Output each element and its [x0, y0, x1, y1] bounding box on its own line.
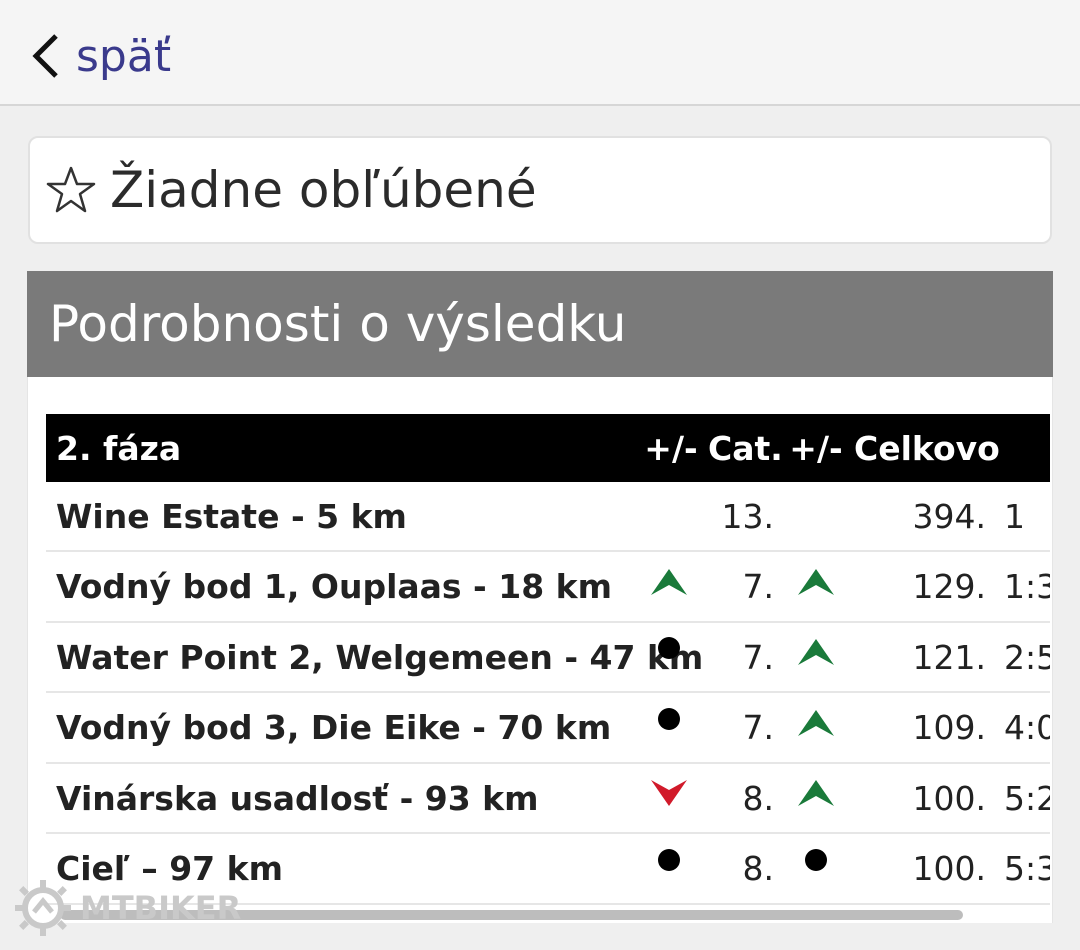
- row-change-cat: [644, 694, 694, 762]
- back-label: späť: [76, 30, 172, 82]
- table-header: 2. fáza +/- Cat. +/- Celkovo: [46, 414, 1050, 482]
- row-change-total: [791, 553, 841, 621]
- header-change-total: +/-: [789, 428, 843, 468]
- row-change-total: [791, 482, 841, 550]
- section-title: Podrobnosti o výsledku: [27, 271, 1053, 377]
- table-row[interactable]: Water Point 2, Welgemeen - 47 km 7. 121. 2:…: [46, 623, 1050, 693]
- cat-down-arrow-icon: [651, 780, 687, 806]
- row-category-rank: 7.: [742, 708, 775, 747]
- table-row[interactable]: Wine Estate - 5 km 13. 394. 1: [46, 482, 1050, 552]
- row-change-total: [791, 694, 841, 762]
- back-button[interactable]: späť: [30, 28, 171, 84]
- header-change-cat: +/-: [644, 428, 698, 468]
- row-category-rank: 8.: [742, 778, 775, 818]
- star-icon: [46, 166, 96, 213]
- row-change-total: [791, 623, 841, 691]
- cat-dot-icon: [658, 707, 680, 730]
- row-stage-name: Vodný bod 1, Ouplaas - 18 km: [56, 567, 612, 606]
- table-row[interactable]: Vodný bod 3, Die Eike - 70 km 7. 109. 4:0: [46, 694, 1050, 764]
- row-category-rank: 7.: [742, 567, 775, 606]
- table-row[interactable]: Vodný bod 1, Ouplaas - 18 km 7. 129. 1:3: [46, 553, 1050, 623]
- header-total: Celkovo: [854, 428, 1000, 468]
- header-stage: 2. fáza: [56, 428, 182, 468]
- total-up-arrow-icon: [798, 780, 834, 806]
- row-time: 5:2: [1004, 778, 1050, 818]
- row-total-rank: 100.: [912, 778, 986, 818]
- cat-up-arrow-icon: [651, 568, 687, 595]
- total-up-arrow-icon: [798, 568, 834, 595]
- row-stage-name: Vodný bod 3, Die Eike - 70 km: [56, 708, 612, 747]
- watermark-text: MTBIKER: [80, 889, 242, 927]
- row-change-total: [791, 764, 841, 832]
- row-time: 1: [1004, 496, 1025, 536]
- row-stage-name: Vinárska usadlosť - 93 km: [56, 778, 539, 818]
- row-change-cat: [644, 482, 694, 550]
- row-change-cat: [644, 764, 694, 832]
- row-category-rank: 7.: [742, 637, 775, 677]
- row-time: 4:0: [1004, 708, 1050, 747]
- row-total-rank: 100.: [912, 849, 986, 888]
- mtbiker-watermark: MTBIKER: [14, 878, 241, 938]
- total-dot-icon: [805, 848, 827, 871]
- favorites-bar[interactable]: Žiadne obľúbené: [28, 136, 1052, 244]
- chevron-left-icon: [32, 34, 58, 78]
- row-stage-name: Wine Estate - 5 km: [56, 496, 407, 536]
- gear-logo-icon: [15, 880, 71, 936]
- table-row[interactable]: Vinárska usadlosť - 93 km 8. 100. 5:2: [46, 764, 1050, 834]
- row-change-cat: [644, 553, 694, 621]
- row-total-rank: 394.: [912, 496, 986, 536]
- row-time: 1:3: [1004, 567, 1050, 606]
- row-total-rank: 121.: [912, 637, 986, 677]
- row-change-cat: [644, 623, 694, 691]
- row-time: 2:5: [1004, 637, 1050, 677]
- row-stage-name: Water Point 2, Welgemeen - 47 km: [56, 637, 704, 677]
- row-change-total: [791, 835, 841, 903]
- row-category-rank: 8.: [742, 849, 775, 888]
- row-change-cat: [644, 835, 694, 903]
- results-table[interactable]: 2. fáza +/- Cat. +/- Celkovo Wine Estate…: [46, 412, 1050, 922]
- row-category-rank: 13.: [721, 496, 774, 536]
- row-total-rank: 109.: [912, 708, 986, 747]
- cat-dot-icon: [658, 848, 680, 871]
- row-time: 5:3: [1004, 849, 1050, 888]
- total-up-arrow-icon: [798, 639, 834, 665]
- cat-dot-icon: [658, 637, 680, 659]
- row-total-rank: 129.: [912, 567, 986, 606]
- header-category: Cat.: [708, 428, 783, 468]
- favorites-label: Žiadne obľúbené: [110, 161, 537, 219]
- total-up-arrow-icon: [798, 709, 834, 736]
- top-bar: späť: [0, 0, 1080, 106]
